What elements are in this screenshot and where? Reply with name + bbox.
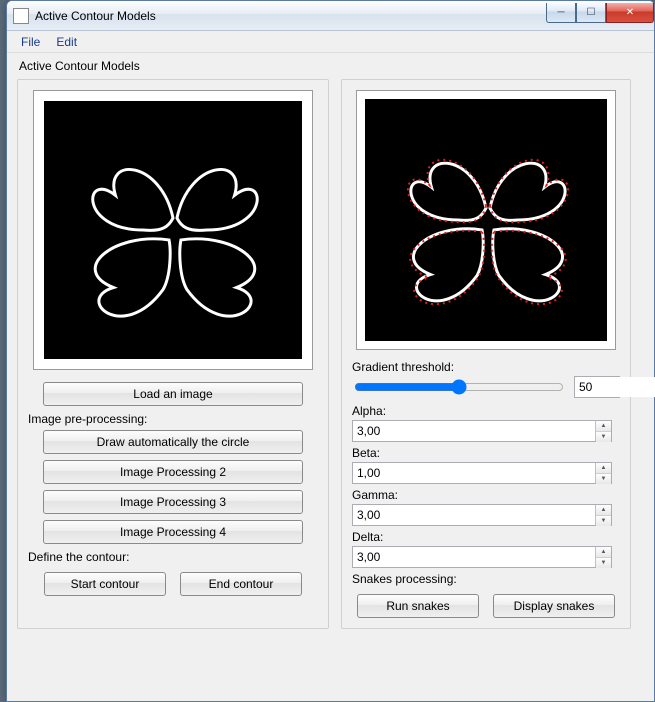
load-image-button[interactable]: Load an image — [43, 382, 303, 406]
beta-input[interactable] — [353, 463, 595, 483]
gamma-spin-buttons[interactable]: ▲▼ — [595, 505, 611, 525]
proc2-button[interactable]: Image Processing 2 — [43, 460, 303, 484]
gamma-label: Gamma: — [352, 488, 620, 502]
snakes-proc-label: Snakes processing: — [352, 572, 620, 586]
alpha-input[interactable] — [353, 421, 595, 441]
app-window: Active Contour Models ─ ☐ ✕ File Edit Ac… — [6, 0, 655, 702]
proc3-button[interactable]: Image Processing 3 — [43, 490, 303, 514]
result-image-frame — [356, 90, 616, 350]
delta-label: Delta: — [352, 530, 620, 544]
start-contour-button[interactable]: Start contour — [44, 572, 166, 596]
minimize-button[interactable]: ─ — [546, 3, 576, 23]
draw-circle-button[interactable]: Draw automatically the circle — [43, 430, 303, 454]
menu-edit[interactable]: Edit — [48, 33, 85, 51]
display-snakes-button[interactable]: Display snakes — [493, 594, 615, 618]
gamma-input[interactable] — [353, 505, 595, 525]
source-image-frame — [33, 90, 313, 370]
alpha-spin-buttons[interactable]: ▲▼ — [595, 421, 611, 441]
run-snakes-button[interactable]: Run snakes — [357, 594, 479, 618]
right-panel: Gradient threshold: ▲▼ Alpha: ▲▼ Beta: — [341, 79, 631, 629]
alpha-label: Alpha: — [352, 404, 620, 418]
maximize-button[interactable]: ☐ — [576, 3, 606, 23]
end-contour-button[interactable]: End contour — [180, 572, 302, 596]
define-contour-label: Define the contour: — [28, 550, 318, 564]
menu-file[interactable]: File — [13, 33, 48, 51]
proc4-button[interactable]: Image Processing 4 — [43, 520, 303, 544]
beta-label: Beta: — [352, 446, 620, 460]
close-button[interactable]: ✕ — [606, 3, 654, 23]
left-panel: Load an image Image pre-processing: Draw… — [17, 79, 329, 629]
preproc-label: Image pre-processing: — [28, 412, 318, 426]
titlebar[interactable]: Active Contour Models ─ ☐ ✕ — [7, 1, 654, 31]
app-icon — [13, 8, 29, 24]
menubar: File Edit — [7, 31, 654, 53]
beta-spin-buttons[interactable]: ▲▼ — [595, 463, 611, 483]
delta-input[interactable] — [353, 547, 595, 567]
source-image — [44, 101, 302, 359]
page-subtitle: Active Contour Models — [19, 59, 644, 73]
gradient-threshold-slider[interactable] — [354, 379, 564, 395]
result-image — [365, 99, 607, 341]
window-title: Active Contour Models — [35, 9, 546, 23]
gradient-threshold-value[interactable] — [575, 377, 655, 397]
gradient-threshold-label: Gradient threshold: — [352, 360, 620, 374]
delta-spin-buttons[interactable]: ▲▼ — [595, 547, 611, 567]
